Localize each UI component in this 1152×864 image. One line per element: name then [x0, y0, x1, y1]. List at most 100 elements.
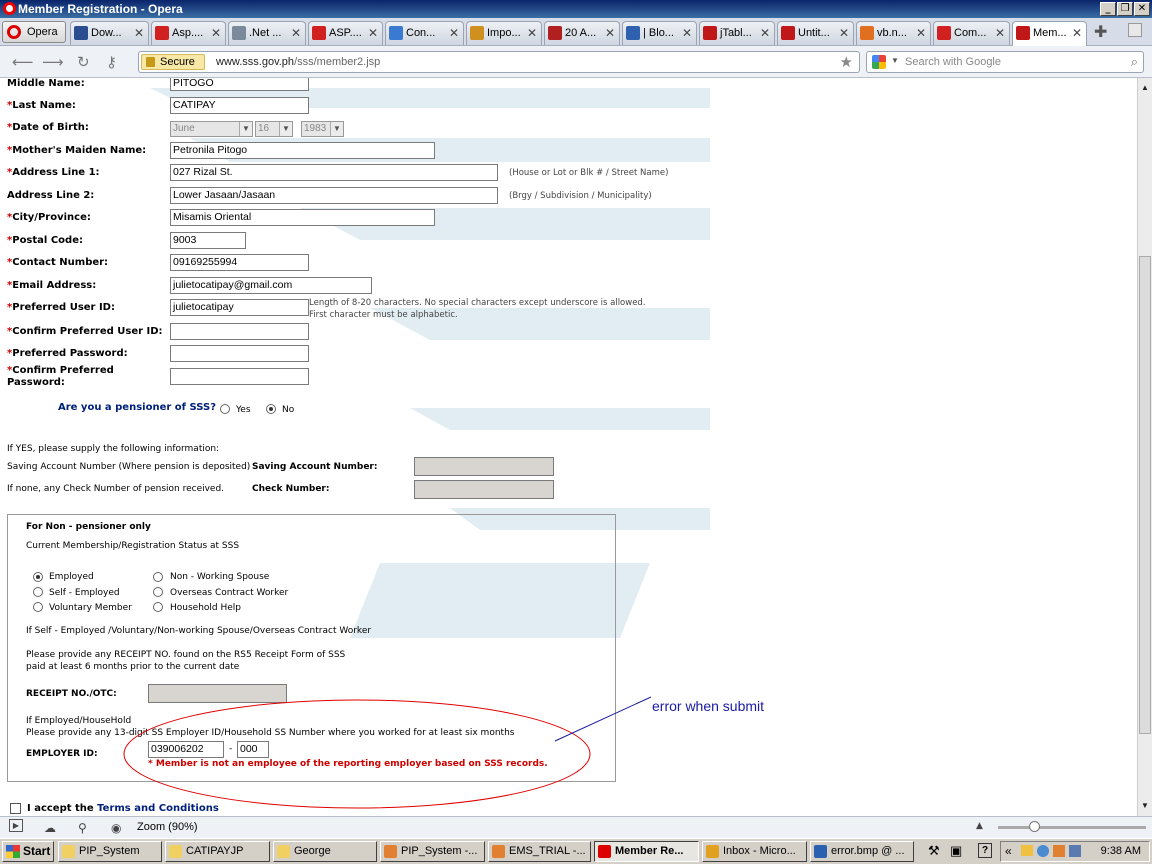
zoom-menu-icon[interactable]: ▲: [976, 821, 983, 831]
taskbar-item[interactable]: George: [273, 841, 377, 862]
app-tray-icon[interactable]: [1053, 845, 1065, 857]
tab-7[interactable]: 20 A... ✕: [544, 21, 620, 45]
secure-badge[interactable]: Secure: [141, 54, 205, 70]
taskbar-app-icon: [62, 845, 75, 858]
new-tab-button[interactable]: ✚: [1094, 22, 1107, 42]
taskbar-app-icon: [598, 845, 611, 858]
tab-label: vb.n...: [877, 27, 907, 39]
tab-4[interactable]: ASP.... ✕: [308, 21, 383, 45]
close-window-button[interactable]: ✕: [1134, 2, 1150, 16]
tab-8[interactable]: | Blo... ✕: [622, 21, 697, 45]
tab-11[interactable]: vb.n... ✕: [856, 21, 931, 45]
zoom-level[interactable]: Zoom (90%): [137, 821, 198, 833]
taskbar-item-label: PIP_System: [79, 845, 140, 857]
tools-icon[interactable]: ⚒: [928, 843, 940, 859]
tab-10[interactable]: Untit... ✕: [777, 21, 854, 45]
tab-13[interactable]: Mem... ✕: [1012, 21, 1087, 46]
terms-link[interactable]: Terms and Conditions: [97, 803, 219, 814]
taskbar-item[interactable]: EMS_TRIAL -...: [488, 841, 591, 862]
unite-icon[interactable]: ⚲: [78, 821, 87, 835]
opera-o-icon: [7, 25, 21, 39]
zoom-slider-handle[interactable]: [1029, 821, 1040, 832]
start-label: Start: [23, 844, 51, 858]
restore-button[interactable]: ❐: [1117, 2, 1133, 16]
reload-icon[interactable]: ↻: [77, 53, 90, 71]
error-highlight-ellipse: [123, 699, 591, 809]
tab-3[interactable]: .Net ... ✕: [228, 21, 306, 45]
taskbar-app-icon: [277, 845, 290, 858]
tab-5[interactable]: Con... ✕: [385, 21, 464, 45]
close-tab-icon[interactable]: ✕: [449, 22, 459, 44]
network-tray-icon[interactable]: [1037, 845, 1049, 857]
search-engine-dropdown-icon[interactable]: ▼: [891, 56, 899, 65]
scroll-up-icon[interactable]: ▲: [1138, 80, 1152, 95]
url-host: www.sss.gov.ph: [216, 56, 295, 68]
trash-icon[interactable]: [1128, 23, 1142, 37]
tab-label: Impo...: [487, 27, 521, 39]
close-tab-icon[interactable]: ✕: [605, 22, 615, 44]
tab-favicon-icon: [703, 26, 717, 40]
search-icon[interactable]: ⌕: [1131, 54, 1138, 70]
address-field[interactable]: Secure www.sss.gov.ph/sss/member2.jsp ★: [138, 51, 860, 73]
tab-label: Com...: [954, 27, 987, 39]
tray-expand-icon[interactable]: «: [1005, 844, 1012, 858]
opera-menu-button[interactable]: Opera: [2, 21, 66, 43]
cloud-icon[interactable]: ☁: [44, 821, 56, 835]
tab-favicon-icon: [626, 26, 640, 40]
tab-favicon-icon: [74, 26, 88, 40]
zoom-slider-track[interactable]: [998, 826, 1146, 829]
close-tab-icon[interactable]: ✕: [682, 22, 692, 44]
close-tab-icon[interactable]: ✕: [368, 22, 378, 44]
taskbar-item[interactable]: CATIPAYJP: [165, 841, 270, 862]
clock[interactable]: 9:38 AM: [1101, 845, 1141, 857]
tab-label: Asp....: [172, 27, 204, 39]
vertical-scrollbar[interactable]: ▲ ▼: [1137, 78, 1152, 816]
google-icon: [872, 55, 886, 69]
status-bar: ▶ ☁ ⚲ ◉ Zoom (90%) ▲: [0, 816, 1152, 838]
monitor-icon[interactable]: ▣: [950, 843, 962, 859]
taskbar-item[interactable]: PIP_System: [58, 841, 162, 862]
search-field[interactable]: ▼ Search with Google ⌕: [866, 51, 1144, 73]
close-tab-icon[interactable]: ✕: [995, 22, 1005, 44]
secure-label: Secure: [160, 56, 195, 68]
back-arrow-icon[interactable]: ⟵: [12, 53, 34, 71]
terms-checkbox[interactable]: [10, 803, 21, 814]
close-tab-icon[interactable]: ✕: [527, 22, 537, 44]
tab-2[interactable]: Asp.... ✕: [151, 21, 226, 45]
url-text: www.sss.gov.ph/sss/member2.jsp: [216, 56, 380, 68]
taskbar-item[interactable]: Inbox - Micro...: [702, 841, 807, 862]
scroll-thumb[interactable]: [1139, 256, 1151, 734]
key-icon[interactable]: ⚷: [106, 53, 117, 71]
tab-12[interactable]: Com... ✕: [933, 21, 1010, 45]
monitor-tray-icon[interactable]: [1069, 845, 1081, 857]
tab-favicon-icon: [937, 26, 951, 40]
taskbar-item-label: CATIPAYJP: [186, 845, 244, 857]
close-tab-icon[interactable]: ✕: [291, 22, 301, 44]
search-placeholder: Search with Google: [905, 56, 1001, 68]
tab-label: Con...: [406, 27, 436, 39]
taskbar-app-icon: [169, 845, 182, 858]
close-tab-icon[interactable]: ✕: [916, 22, 926, 44]
taskbar-item[interactable]: error.bmp @ ...: [810, 841, 914, 862]
scroll-down-icon[interactable]: ▼: [1138, 798, 1152, 813]
tab-label: jTabl...: [720, 27, 752, 39]
tab-1[interactable]: Dow... ✕: [70, 21, 149, 45]
mail-tray-icon[interactable]: [1021, 845, 1033, 856]
tab-6[interactable]: Impo... ✕: [466, 21, 542, 45]
minimize-button[interactable]: _: [1100, 2, 1116, 16]
close-tab-icon[interactable]: ✕: [760, 22, 770, 44]
bookmark-star-icon[interactable]: ★: [840, 53, 853, 71]
speed-dial-icon[interactable]: ◉: [111, 821, 121, 835]
panel-toggle-icon[interactable]: ▶: [9, 819, 23, 832]
close-tab-icon[interactable]: ✕: [1072, 22, 1082, 44]
help-icon[interactable]: ?: [978, 843, 992, 858]
taskbar-item[interactable]: PIP_System -...: [380, 841, 485, 862]
close-tab-icon[interactable]: ✕: [839, 22, 849, 44]
forward-arrow-icon[interactable]: ⟶: [42, 53, 64, 71]
taskbar-item[interactable]: Member Re...: [594, 841, 699, 862]
close-tab-icon[interactable]: ✕: [211, 22, 221, 44]
tab-favicon-icon: [470, 26, 484, 40]
tab-9[interactable]: jTabl... ✕: [699, 21, 775, 45]
close-tab-icon[interactable]: ✕: [134, 22, 144, 44]
start-button[interactable]: Start: [2, 841, 54, 862]
